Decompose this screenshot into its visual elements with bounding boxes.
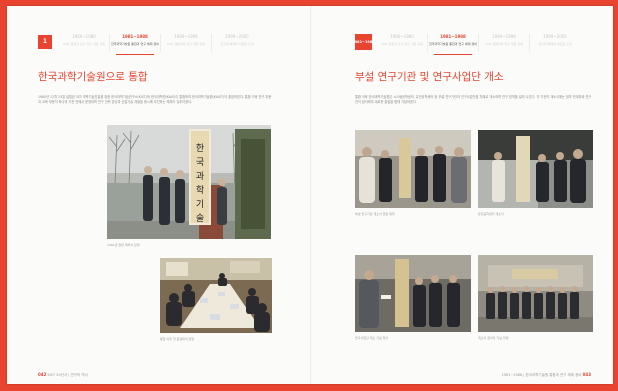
signboard-char-1: 한: [196, 143, 204, 154]
photo-caption: 유전공학센터 개소식: [478, 212, 504, 216]
photo-caption: 연구사업단 개소 기념 행사: [355, 336, 389, 340]
page-footer: 1981~1988 | 한국과학기술원 통합과 연구 체제 정비 043: [501, 372, 591, 378]
page-number: 043: [582, 372, 591, 377]
timeline-tabs: 1966~1980 KIST 설립과 초기 연구 기반 구축 1981~1988 한…: [59, 31, 262, 55]
photo-caption: 통합 이후 첫 운영회의 장면: [160, 337, 195, 341]
signboard-char-3: 과: [196, 171, 204, 182]
book-spread: 1 1966~1980 KIST 설립과 초기 연구 기반 구축 1981~198…: [7, 6, 613, 384]
signboard-char-6: 술: [196, 213, 204, 224]
timeline-tab[interactable]: 1966~1980 KIST 설립과 초기 연구 기반 구축: [377, 31, 427, 55]
chapter-badge: 1981~1988: [352, 34, 375, 50]
timeline-tab[interactable]: 1989~1998 KIST 재분리와 연구 역량 강화: [161, 31, 211, 55]
left-page: 1 1966~1980 KIST 설립과 초기 연구 기반 구축 1981~198…: [7, 6, 310, 384]
page-number: 042: [38, 372, 47, 377]
signboard-char-5: 기: [196, 199, 204, 210]
signboard-char-2: 국: [196, 157, 204, 168]
photo-caption: 개소식 참석자 기념 촬영: [478, 336, 509, 340]
timeline-tab[interactable]: 1999~2005 연구회 체제와 새로운 도약: [530, 31, 580, 55]
photo-meeting-image: [160, 258, 272, 333]
timeline-tab-active[interactable]: 1981~1988 한국과학기술원 통합과 연구 체제 정비: [110, 31, 160, 55]
timeline-tab[interactable]: 1966~1980 KIST 설립과 초기 연구 기반 구축: [59, 31, 109, 55]
photo-signboard-unveiling: 한 국 과 학 기 술: [107, 125, 271, 239]
footer-running-title: 1981~1988 | 한국과학기술원 통합과 연구 체제 정비: [501, 373, 582, 377]
photo-group-image: [478, 255, 593, 332]
signboard-char-4: 학: [196, 185, 204, 196]
timeline-tab[interactable]: 1999~2005 연구회 체제와 새로운 도약: [212, 31, 262, 55]
body-paragraph: 통합 이후 한국과학기술원은 시스템공학센터, 유전공학센터 등 부설 연구기관…: [355, 95, 592, 104]
photo-ceremony-image: [478, 130, 593, 208]
page-title: 한국과학기술원으로 통합: [38, 71, 148, 83]
right-page: 1981~1988 1966~1980 KIST 설립과 초기 연구 기반 구축 …: [312, 6, 613, 384]
photo-ceremony-image: [355, 255, 471, 332]
photo-opening-ceremony-3: [355, 255, 471, 332]
page-footer: 042 KIST 50년사 | 연구의 역사: [38, 372, 88, 378]
photo-opening-ceremony-2: [478, 130, 593, 208]
timeline-tabs: 1966~1980 KIST 설립과 초기 연구 기반 구축 1981~1988 한…: [377, 31, 580, 55]
footer-running-title: KIST 50년사 | 연구의 역사: [47, 373, 88, 377]
photo-ceremony-image: [355, 130, 471, 208]
photo-group-commemoration: [478, 255, 593, 332]
timeline-tab[interactable]: 1989~1998 KIST 재분리와 연구 역량 강화: [479, 31, 529, 55]
photo-meeting: [160, 258, 272, 333]
photo-opening-ceremony-1: [355, 130, 471, 208]
photo-caption: 부설 연구기관 개소식 현판 제막: [355, 212, 395, 216]
timeline-tab-active[interactable]: 1981~1988 한국과학기술원 통합과 연구 체제 정비: [428, 31, 478, 55]
photo-signboard-image: 한 국 과 학 기 술: [107, 125, 271, 239]
body-paragraph: 1980년 12월 23일 설립된 국가 과학기술진흥을 위한 한국과학기술연구…: [38, 95, 272, 104]
photo-caption: 1981년 현판 제막식 장면: [107, 243, 140, 247]
chapter-badge: 1: [38, 35, 52, 49]
page-title: 부설 연구기관 및 연구사업단 개소: [355, 71, 504, 83]
